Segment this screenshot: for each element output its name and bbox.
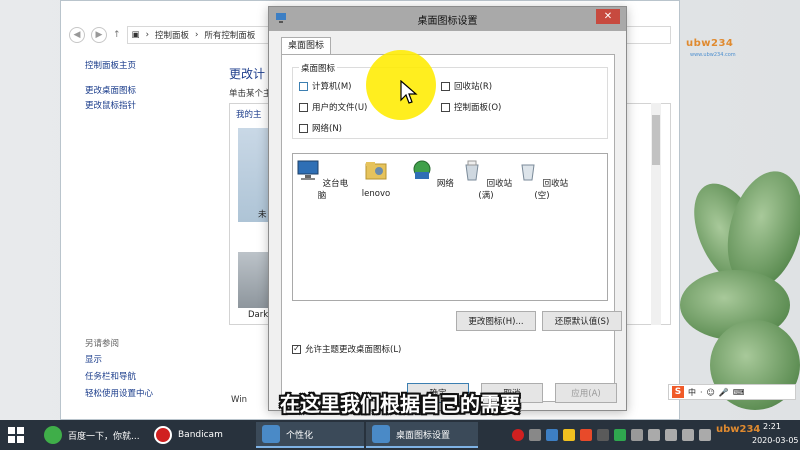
mouse-pointer-icon (400, 80, 418, 104)
taskbar-item-label: 个性化 (286, 430, 314, 441)
network-icon (413, 160, 431, 179)
clock-date[interactable]: 2020-03-05 (752, 436, 799, 445)
recycle-bin-full-icon (465, 160, 479, 181)
dialog-title: 桌面图标设置 (417, 16, 478, 27)
restore-default-button[interactable]: 还原默认值(S) (542, 311, 622, 331)
breadcrumb-item[interactable]: 所有控制面板 (204, 29, 255, 41)
ie-icon (44, 426, 62, 444)
display-link[interactable]: 显示 (85, 352, 215, 369)
checkbox-label: 计算机(M) (312, 82, 352, 92)
forward-icon[interactable]: ▶ (91, 27, 107, 43)
tray-app-icon[interactable] (597, 429, 609, 441)
tray-app-icon[interactable] (546, 429, 558, 441)
volume-icon[interactable] (665, 429, 677, 441)
icon-label: 网络 (436, 179, 454, 189)
checkbox-label: 用户的文件(U) (312, 103, 368, 113)
theme-label: Dark (248, 310, 269, 320)
change-icon-button[interactable]: 更改图标(H)... (456, 311, 536, 331)
system-tray (512, 429, 711, 441)
video-subtitle: 在这里我们根据自己的需要 (280, 392, 520, 416)
dialog-titlebar[interactable]: 桌面图标设置 ✕ (269, 7, 626, 31)
tray-app-icon[interactable] (529, 429, 541, 441)
user-files-checkbox[interactable]: 用户的文件(U) (299, 101, 367, 113)
group-label: 桌面图标 (299, 62, 338, 74)
taskbar-item-label: 百度一下，你就... (68, 431, 140, 442)
taskbar-item-label: Bandicam (178, 430, 223, 440)
page-title: 更改计 (229, 67, 266, 81)
tray-app-icon[interactable] (682, 429, 694, 441)
checkbox-box[interactable] (441, 102, 450, 112)
tray-app-icon[interactable] (563, 429, 575, 441)
theme-label: 未 (258, 210, 267, 220)
bandicam-icon (154, 426, 172, 444)
page-subtitle: 单击某个主 (229, 89, 272, 99)
icon-label: lenovo (361, 189, 391, 199)
taskbar-item-browser[interactable]: 百度一下，你就... (38, 422, 146, 448)
up-icon[interactable]: ↑ (113, 30, 121, 40)
network-checkbox[interactable]: 网络(N) (299, 122, 342, 134)
taskbar-logo: ubw234 (716, 424, 761, 435)
checkbox-box[interactable]: ✓ (292, 344, 301, 354)
tab-panel: 桌面图标 计算机(M) 回收站(R) 用户的文件(U) 控制面板(O) 网络(N… (281, 54, 622, 402)
taskbar-item-personalize[interactable]: 个性化 (256, 422, 364, 448)
icon-preview-list[interactable]: 这台电脑 lenovo 网络 回收站(满) 回收站(空) (292, 153, 608, 301)
allow-themes-checkbox[interactable]: ✓ 允许主题更改桌面图标(L) (292, 343, 401, 355)
tray-app-icon[interactable] (699, 429, 711, 441)
tray-app-icon[interactable] (614, 429, 626, 441)
checkbox-box[interactable] (299, 81, 308, 91)
tab-desktop-icons[interactable]: 桌面图标 (281, 37, 332, 55)
checkbox-label: 控制面板(O) (454, 103, 502, 113)
checkbox-box[interactable] (299, 123, 308, 133)
change-desktop-icons-link[interactable]: 更改桌面图标 (85, 84, 215, 99)
recycle-bin-checkbox[interactable]: 回收站(R) (441, 80, 492, 92)
back-icon[interactable]: ◀ (69, 27, 85, 43)
desktop-icon-item[interactable]: 回收站(满) (459, 158, 513, 201)
tray-app-icon[interactable] (580, 429, 592, 441)
desktop-icon-settings-dialog: 桌面图标设置 ✕ 桌面图标 桌面图标 计算机(M) 回收站(R) 用户的文件(U… (268, 6, 627, 411)
control-panel-icon: ▣ (131, 30, 140, 40)
checkbox-label: 允许主题更改桌面图标(L) (305, 345, 402, 355)
control-panel-home-link[interactable]: 控制面板主页 (85, 59, 215, 74)
taskbar: 百度一下，你就... Bandicam 个性化 桌面图标设置 (0, 420, 800, 450)
theme-thumbnail[interactable] (238, 252, 268, 308)
desktop-icon-item[interactable]: 网络 (405, 158, 459, 189)
succulent-wallpaper (680, 150, 800, 420)
computer-icon (297, 160, 319, 180)
desktop-icon-settings-icon (372, 425, 390, 443)
checkbox-box[interactable] (299, 102, 308, 112)
theme-list-scrollbar[interactable] (651, 103, 661, 325)
icon-label: 这台电脑 (317, 179, 349, 201)
taskbar-item-label: 桌面图标设置 (396, 430, 451, 441)
my-themes-heading: 我的主 (236, 110, 262, 120)
user-folder-icon (365, 162, 387, 180)
windows-start-icon[interactable] (8, 427, 24, 443)
change-mouse-pointer-link[interactable]: 更改鼠标指针 (85, 99, 215, 114)
recycle-bin-empty-icon (521, 164, 535, 181)
close-button[interactable]: ✕ (596, 9, 620, 24)
taskbar-item-bandicam[interactable]: Bandicam (148, 422, 254, 448)
network-tray-icon[interactable] (648, 429, 660, 441)
icon-label: 回收站(满) (478, 179, 513, 201)
checkbox-label: 网络(N) (312, 124, 342, 134)
desktop-icon-item[interactable]: lenovo (349, 158, 403, 199)
desktop-icon-item[interactable]: 回收站(空) (515, 158, 569, 201)
clock-time[interactable]: 2:21 (763, 422, 781, 431)
see-also-heading: 另请参阅 (85, 339, 120, 349)
desktop-icons-group: 桌面图标 计算机(M) 回收站(R) 用户的文件(U) 控制面板(O) 网络(N… (292, 62, 608, 139)
breadcrumb-item[interactable]: 控制面板 (155, 29, 189, 41)
control-panel-checkbox[interactable]: 控制面板(O) (441, 101, 501, 113)
checkbox-box[interactable] (441, 81, 450, 91)
record-icon[interactable] (512, 429, 524, 441)
taskbar-item-desktop-icon-settings[interactable]: 桌面图标设置 (366, 422, 478, 448)
tray-app-icon[interactable] (631, 429, 643, 441)
computer-checkbox[interactable]: 计算机(M) (299, 80, 351, 92)
desktop-icon-item[interactable]: 这台电脑 (295, 158, 349, 201)
personalize-icon (262, 425, 280, 443)
icon-label: 回收站(空) (534, 179, 569, 201)
site-logo-url: www.ubw234.com (690, 52, 736, 58)
taskbar-navigation-link[interactable]: 任务栏和导航 (85, 369, 215, 386)
site-logo: ubw234 (686, 38, 734, 49)
checkbox-label: 回收站(R) (454, 82, 493, 92)
left-nav: 控制面板主页 更改桌面图标 更改鼠标指针 (85, 59, 215, 114)
